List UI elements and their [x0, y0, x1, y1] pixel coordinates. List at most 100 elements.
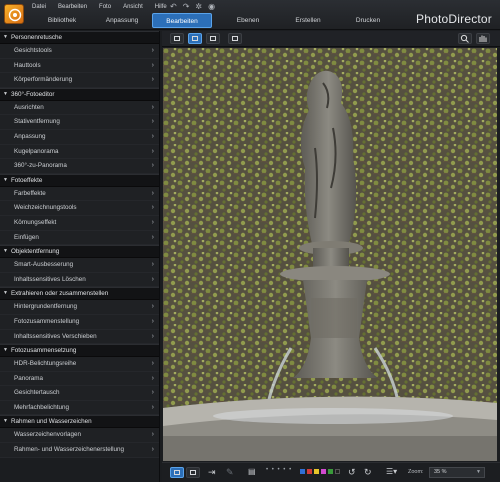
section-title: 360°-Fotoeditor — [10, 90, 55, 98]
color-label-green[interactable] — [328, 469, 333, 474]
section-360-fotoeditor[interactable]: ▼ 360°-Fotoeditor — [0, 87, 159, 101]
compare-photo-view-icon[interactable] — [186, 467, 200, 478]
tool-inhaltssensitives-loeschen[interactable]: Inhaltssensitives Löschen › — [0, 272, 159, 288]
fit-view-icon[interactable] — [188, 33, 202, 44]
tool-label: Ausrichten — [14, 103, 44, 111]
sort-menu-icon[interactable]: ☰▾ — [386, 467, 400, 478]
menu-ansicht[interactable]: Ansicht — [123, 2, 143, 12]
section-fotoeffekte[interactable]: ▼ Fotoeffekte — [0, 173, 159, 187]
settings-gear-icon[interactable]: ✲ — [195, 2, 202, 12]
tab-ebenen[interactable]: Ebenen — [218, 13, 278, 28]
tool-panorama[interactable]: Panorama › — [0, 371, 159, 387]
brush-icon[interactable]: ✎ — [226, 467, 238, 478]
tab-bibliothek[interactable]: Bibliothek — [32, 13, 92, 28]
grid-view-glyph — [210, 36, 216, 41]
single-view-glyph — [174, 36, 180, 41]
section-personenretusche[interactable]: ▼ Personenretusche — [0, 31, 159, 44]
tool-label: 360°-zu-Panorama — [14, 162, 67, 170]
tab-anpassung[interactable]: Anpassung — [92, 13, 152, 28]
film-strip-icon[interactable]: ▤ — [248, 467, 262, 478]
menu-bearbeiten[interactable]: Bearbeiten — [58, 2, 87, 12]
tool-gesichtstools[interactable]: Gesichtstools › — [0, 44, 159, 59]
cyberlink-icon[interactable]: ◉ — [208, 2, 215, 12]
chevron-right-icon: › — [151, 446, 154, 454]
menu-hilfe[interactable]: Hilfe — [155, 2, 167, 12]
chevron-right-icon: › — [151, 204, 154, 212]
rotate-left-icon[interactable]: ↺ — [348, 467, 360, 478]
photo-canvas[interactable] — [163, 48, 497, 461]
export-icon[interactable]: ⇥ — [208, 467, 220, 478]
tool-gesichtertausch[interactable]: Gesichtertausch › — [0, 386, 159, 401]
magnifier-icon[interactable] — [458, 33, 472, 44]
undo-icon[interactable]: ↶ — [170, 2, 177, 12]
tab-erstellen[interactable]: Erstellen — [278, 13, 338, 28]
tool-farbeffekte[interactable]: Farbeffekte › — [0, 186, 159, 202]
hand-icon[interactable] — [476, 33, 490, 44]
tool-rahmen-wasserzeichenerstellung[interactable]: Rahmen- und Wasserzeichenerstellung › — [0, 443, 159, 458]
section-title: Extrahieren oder zusammenstellen — [10, 290, 109, 298]
tool-label: Kugelpanorama — [14, 147, 59, 155]
rotate-right-icon[interactable]: ↻ — [364, 467, 376, 478]
grid-view-icon[interactable] — [206, 33, 220, 44]
color-label-yellow[interactable] — [314, 469, 319, 474]
section-objektentfernung[interactable]: ▼ Objektentfernung — [0, 245, 159, 259]
fountain-photo — [163, 48, 497, 461]
chevron-right-icon: › — [151, 61, 154, 69]
chevron-right-icon: › — [151, 189, 154, 197]
section-fotozusammensetzung[interactable]: ▼ Fotozusammensetzung — [0, 344, 159, 358]
chevron-right-icon: › — [151, 132, 154, 140]
tool-smart-ausbesserung[interactable]: Smart-Ausbesserung › — [0, 258, 159, 273]
chevron-right-icon: › — [151, 431, 154, 439]
color-label-none[interactable] — [335, 469, 340, 474]
tool-inhaltssensitives-verschieben[interactable]: Inhaltssensitives Verschieben › — [0, 329, 159, 345]
single-photo-view-icon[interactable] — [170, 467, 184, 478]
section-rahmen-wasserzeichen[interactable]: ▼ Rahmen und Wasserzeichen — [0, 415, 159, 429]
redo-icon[interactable]: ↷ — [183, 2, 190, 12]
chevron-right-icon: › — [151, 162, 154, 170]
tool-einfuegen[interactable]: Einfügen › — [0, 230, 159, 246]
tool-ausrichten[interactable]: Ausrichten › — [0, 100, 159, 116]
zoom-select[interactable]: 35 % ▼ — [429, 467, 485, 478]
tool-label: Hauttools — [14, 61, 41, 69]
tool-koernungseffekt[interactable]: Körnungseffekt › — [0, 215, 159, 231]
tool-stativentfernung[interactable]: Stativentfernung › — [0, 115, 159, 130]
collapse-triangle-icon: ▼ — [3, 176, 8, 183]
tool-anpassung[interactable]: Anpassung › — [0, 129, 159, 145]
menu-foto[interactable]: Foto — [99, 2, 111, 12]
tool-hdr-belichtungsreihe[interactable]: HDR-Belichtungsreihe › — [0, 357, 159, 372]
rating-dots[interactable]: • • • • • — [266, 467, 292, 473]
tool-label: Inhaltssensitives Verschieben — [14, 332, 97, 340]
app-logo-icon — [4, 4, 24, 24]
chevron-right-icon: › — [151, 275, 154, 283]
chevron-right-icon: › — [151, 389, 154, 397]
section-extrahieren[interactable]: ▼ Extrahieren oder zusammenstellen — [0, 287, 159, 301]
chevron-right-icon: › — [151, 47, 154, 54]
color-label-blue[interactable] — [300, 469, 305, 474]
tool-label: Gesichtertausch — [14, 389, 60, 397]
tool-wasserzeichenvorlagen[interactable]: Wasserzeichenvorlagen › — [0, 428, 159, 444]
collapse-triangle-icon: ▼ — [3, 290, 8, 297]
tool-hintergrundentfernung[interactable]: Hintergrundentfernung › — [0, 300, 159, 315]
color-label-red[interactable] — [307, 469, 312, 474]
color-label-purple[interactable] — [321, 469, 326, 474]
chevron-right-icon: › — [151, 332, 154, 340]
tool-360-zu-panorama[interactable]: 360°-zu-Panorama › — [0, 159, 159, 174]
tool-mehrfachbelichtung[interactable]: Mehrfachbelichtung › — [0, 400, 159, 416]
single-view-icon[interactable] — [170, 33, 184, 44]
menu-datei[interactable]: Datei — [32, 2, 46, 12]
tab-bearbeiten[interactable]: Bearbeiten — [152, 13, 212, 28]
zoom-label: Zoom: — [408, 469, 424, 475]
compare-view-icon[interactable] — [228, 33, 242, 44]
magnifier-glyph — [460, 34, 469, 43]
tool-weichzeichnungstools[interactable]: Weichzeichnungstools › — [0, 201, 159, 216]
edit-tools-panel: ▼ Personenretusche Gesichtstools › Hauttoo… — [0, 31, 160, 482]
tool-koerperformaenderung[interactable]: Körperformänderung › — [0, 73, 159, 88]
tool-label: Smart-Ausbesserung — [14, 261, 74, 269]
chevron-right-icon: › — [151, 374, 154, 382]
tab-drucken[interactable]: Drucken — [338, 13, 398, 28]
tool-fotozusammenstellung[interactable]: Fotozusammenstellung › — [0, 314, 159, 330]
chevron-right-icon: › — [151, 360, 154, 368]
tool-kugelpanorama[interactable]: Kugelpanorama › — [0, 144, 159, 160]
fit-view-glyph — [192, 36, 198, 41]
tool-hauttools[interactable]: Hauttools › — [0, 58, 159, 74]
